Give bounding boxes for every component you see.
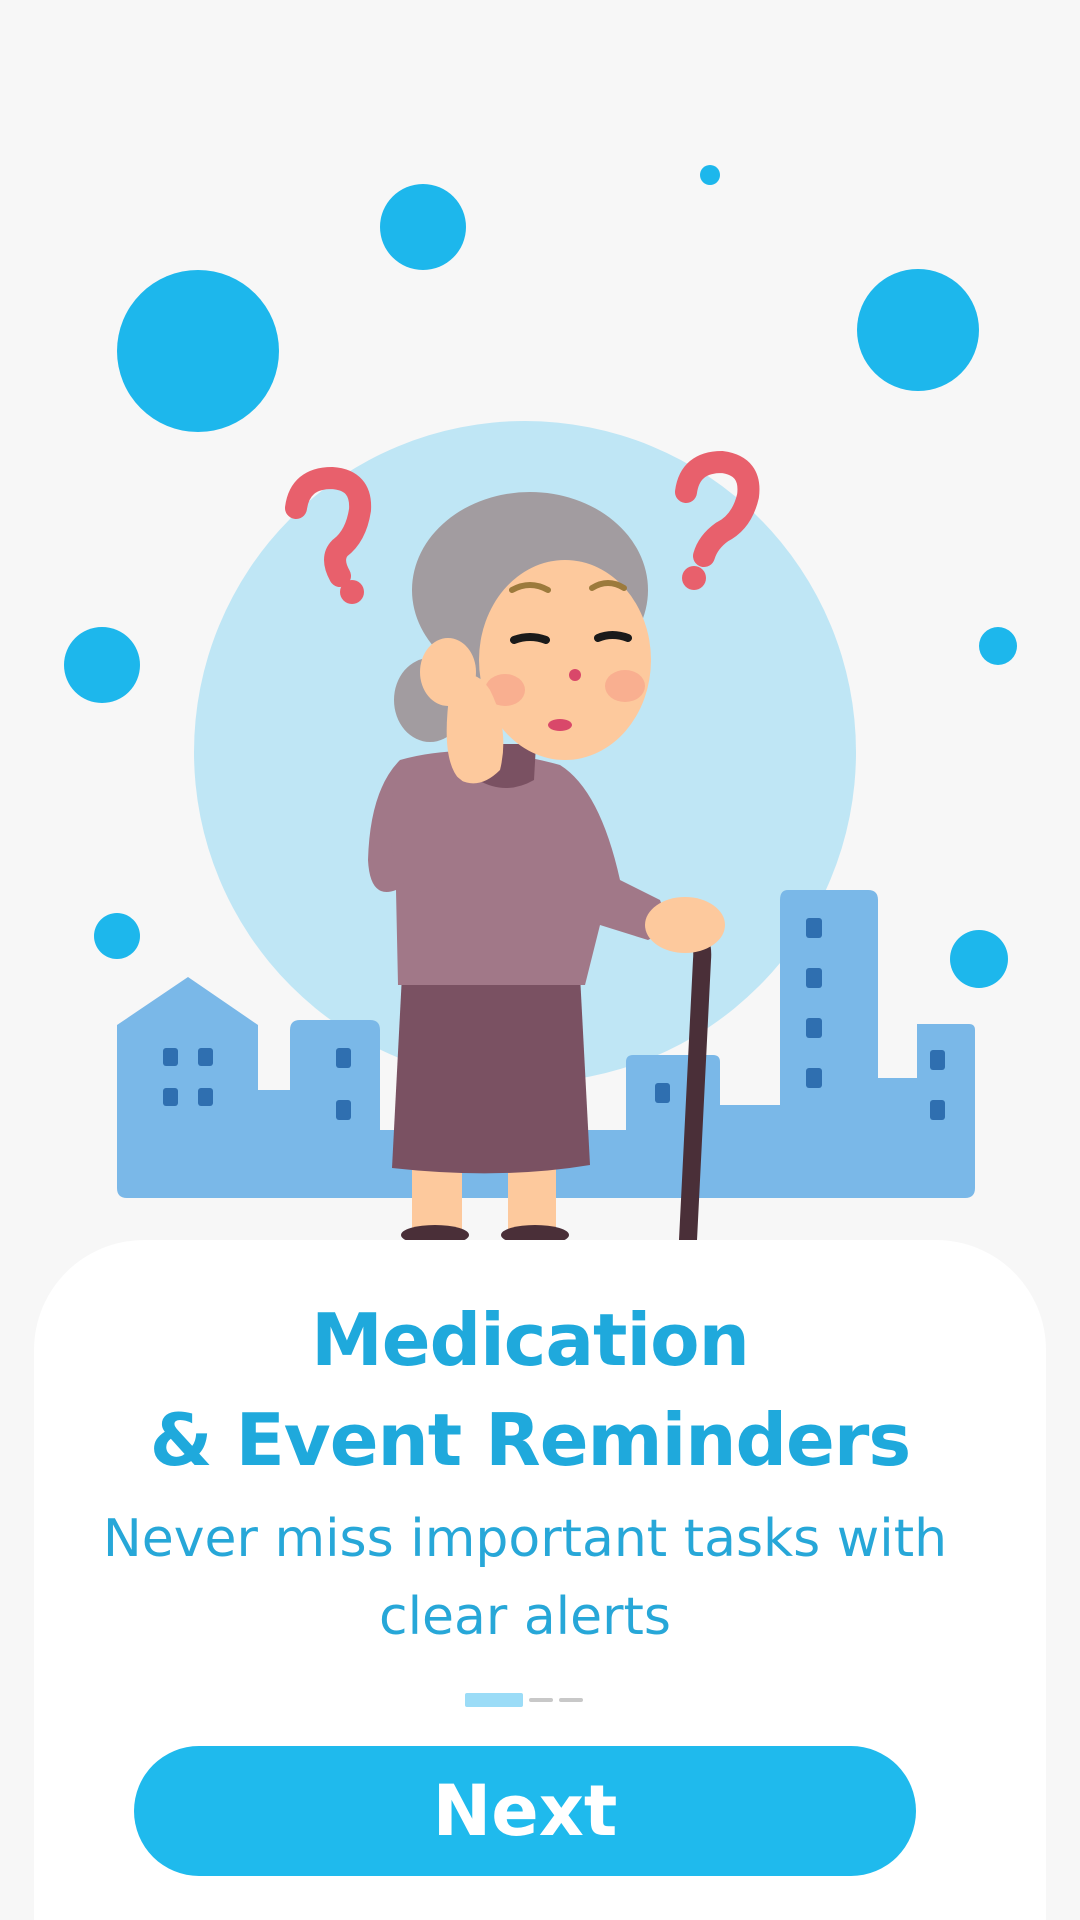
nose	[569, 669, 581, 681]
question-mark-dot	[682, 566, 706, 590]
decor-dot	[64, 627, 140, 703]
decor-dot	[950, 930, 1008, 988]
page-indicator-dot	[529, 1698, 553, 1702]
page-indicator	[465, 1692, 583, 1708]
page-indicator-dot	[559, 1698, 583, 1702]
eye	[594, 631, 632, 642]
next-button[interactable]: Next	[134, 1746, 916, 1876]
decor-dot	[94, 913, 140, 959]
decor-dot	[979, 627, 1017, 665]
decor-dot	[117, 270, 279, 432]
eye	[510, 633, 550, 644]
decor-dot	[857, 269, 979, 391]
hand	[645, 897, 725, 953]
onboarding-screen: Medication & Event Reminders Never miss …	[0, 0, 1080, 1920]
title-line-2: & Event Reminders	[149, 1398, 912, 1482]
decor-dot	[380, 184, 466, 270]
elderly-woman-confused-illustration	[64, 165, 1017, 1240]
question-mark-dot	[340, 580, 364, 604]
skirt	[392, 975, 590, 1174]
title-line-1: Medication	[311, 1298, 750, 1382]
page-subtitle: Never miss important tasks with clear al…	[102, 1509, 948, 1647]
cheek	[605, 670, 645, 702]
page-title: Medication & Event Reminders	[0, 1290, 1060, 1490]
page-indicator-active	[465, 1693, 523, 1707]
onboarding-illustration	[0, 0, 1080, 1240]
decor-dot	[700, 165, 720, 185]
mouth	[548, 719, 572, 731]
